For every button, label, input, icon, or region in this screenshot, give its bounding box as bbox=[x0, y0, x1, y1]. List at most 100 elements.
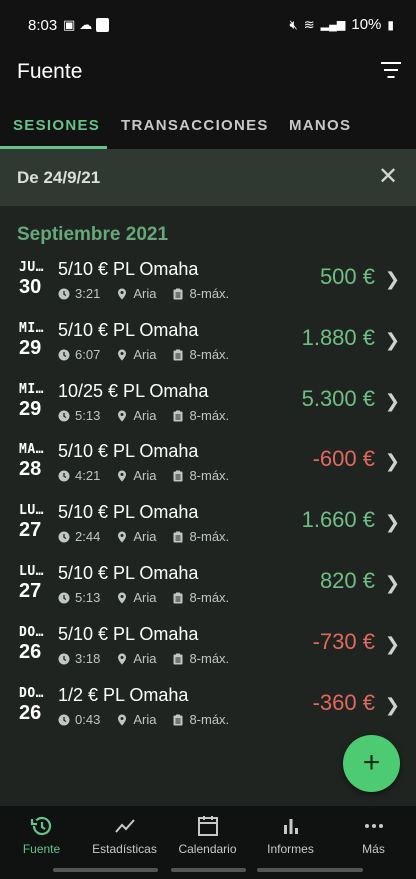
bar-chart-icon bbox=[283, 819, 298, 834]
chevron-right-icon: ❯ bbox=[384, 330, 400, 350]
clipboard-icon bbox=[172, 410, 184, 422]
clock-icon bbox=[58, 531, 70, 543]
session-location: Aria bbox=[133, 408, 157, 423]
session-seats: 8-máx. bbox=[189, 286, 230, 301]
chevron-right-icon: ❯ bbox=[384, 512, 400, 532]
session-seats: 8-máx. bbox=[189, 347, 230, 362]
session-row[interactable]: LU… 27 5/10 € PL Omaha 5:13 Aria 8-máx. 820 € ❯ bbox=[0, 563, 416, 624]
filter-icon[interactable] bbox=[380, 62, 402, 80]
clock-icon bbox=[58, 653, 70, 665]
clipboard-icon bbox=[172, 714, 184, 726]
status-right-icons: 🔇︎ ≋ ▂▄▆ 10% ▮ bbox=[290, 16, 394, 33]
session-day: 30 bbox=[19, 276, 42, 298]
session-amount: 820 € bbox=[319, 568, 375, 593]
session-weekday: DO… bbox=[19, 625, 44, 640]
battery-icon: ▮ bbox=[387, 17, 394, 32]
session-day: 26 bbox=[19, 641, 42, 663]
session-title: 10/25 € PL Omaha bbox=[58, 381, 209, 401]
tab-bar: SESIONES TRANSACCIONES MANOS bbox=[0, 103, 416, 149]
nav-label: Informes bbox=[267, 842, 314, 856]
session-row[interactable]: MI… 29 5/10 € PL Omaha 6:07 Aria 8-máx. 1.880 … bbox=[0, 320, 416, 381]
session-row[interactable]: JU… 30 5/10 € PL Omaha 3:21 Aria 8-máx. 500 € ❯ bbox=[0, 259, 416, 320]
session-meta: 0:43 Aria 8-máx. bbox=[58, 712, 229, 727]
session-meta: 2:44 Aria 8-máx. bbox=[58, 529, 229, 544]
session-amount: 1.660 € bbox=[301, 507, 375, 532]
session-weekday: MI… bbox=[19, 382, 44, 397]
clock-icon bbox=[58, 470, 70, 482]
wifi-icon: ≋ bbox=[303, 16, 315, 32]
more-dots-icon bbox=[364, 824, 383, 828]
session-meta: 3:18 Aria 8-máx. bbox=[58, 651, 229, 666]
session-meta: 5:13 Aria 8-máx. bbox=[58, 590, 229, 605]
session-seats: 8-máx. bbox=[189, 712, 230, 727]
session-duration: 4:21 bbox=[75, 468, 101, 483]
location-pin-icon bbox=[116, 653, 128, 665]
session-weekday: LU… bbox=[19, 503, 44, 518]
session-title: 5/10 € PL Omaha bbox=[58, 563, 199, 583]
session-title: 5/10 € PL Omaha bbox=[58, 441, 199, 461]
session-title: 5/10 € PL Omaha bbox=[58, 502, 199, 522]
close-icon[interactable]: ✕ bbox=[374, 163, 402, 191]
tab-manos[interactable]: MANOS bbox=[289, 117, 351, 134]
session-row[interactable]: MI… 29 10/25 € PL Omaha 5:13 Aria 8-máx. 5.300… bbox=[0, 381, 416, 442]
clipboard-icon bbox=[172, 653, 184, 665]
session-row[interactable]: MA… 28 5/10 € PL Omaha 4:21 Aria 8-máx. -600 €… bbox=[0, 441, 416, 502]
session-title: 5/10 € PL Omaha bbox=[58, 624, 199, 644]
date-filter-bar[interactable]: De 24/9/21 ✕ bbox=[0, 149, 416, 206]
gesture-bar-center bbox=[171, 868, 246, 872]
session-title: 5/10 € PL Omaha bbox=[58, 320, 199, 340]
session-amount: -360 € bbox=[312, 690, 375, 715]
session-day: 27 bbox=[19, 580, 42, 602]
location-pin-icon bbox=[116, 410, 128, 422]
clock-icon bbox=[58, 410, 70, 422]
session-weekday: MA… bbox=[19, 442, 44, 457]
chevron-right-icon: ❯ bbox=[384, 391, 400, 411]
trend-chart-icon bbox=[114, 819, 135, 833]
status-bar: 8:03 ▣ ☁ U 🔇︎ ≋ ▂▄▆ 10% ▮ bbox=[0, 0, 416, 44]
session-weekday: DO… bbox=[19, 686, 44, 701]
gesture-bar-left bbox=[53, 868, 158, 872]
session-seats: 8-máx. bbox=[189, 529, 230, 544]
location-pin-icon bbox=[116, 714, 128, 726]
tab-transacciones[interactable]: TRANSACCIONES bbox=[121, 117, 269, 134]
nav-label: Fuente bbox=[22, 842, 61, 856]
month-header: Septiembre 2021 bbox=[17, 224, 169, 245]
nav-estadisticas[interactable]: Estadísticas bbox=[83, 814, 166, 856]
nav-mas[interactable]: Más bbox=[332, 814, 415, 856]
session-duration: 6:07 bbox=[75, 347, 101, 362]
session-amount: 1.880 € bbox=[301, 325, 375, 350]
session-title: 1/2 € PL Omaha bbox=[58, 685, 189, 705]
nav-informes[interactable]: Informes bbox=[249, 814, 332, 856]
tab-sesiones[interactable]: SESIONES bbox=[13, 117, 100, 134]
session-weekday: JU… bbox=[19, 260, 44, 275]
nav-fuente[interactable]: Fuente bbox=[0, 814, 83, 856]
session-meta: 5:13 Aria 8-máx. bbox=[58, 408, 229, 423]
session-amount: 500 € bbox=[319, 264, 375, 289]
status-time: 8:03 bbox=[28, 17, 58, 34]
chevron-right-icon: ❯ bbox=[384, 634, 400, 654]
clipboard-icon bbox=[172, 470, 184, 482]
session-row[interactable]: DO… 26 1/2 € PL Omaha 0:43 Aria 8-máx. -360 € ❯ bbox=[0, 685, 416, 746]
location-pin-icon bbox=[116, 288, 128, 300]
session-day: 29 bbox=[19, 337, 42, 359]
location-pin-icon bbox=[116, 349, 128, 361]
session-day: 28 bbox=[19, 458, 42, 480]
add-session-button[interactable]: + bbox=[343, 735, 400, 792]
gallery-icon: ▣ bbox=[63, 17, 76, 32]
session-row[interactable]: DO… 26 5/10 € PL Omaha 3:18 Aria 8-máx. -730 €… bbox=[0, 624, 416, 685]
clock-icon bbox=[58, 349, 70, 361]
session-amount: -730 € bbox=[312, 629, 375, 654]
session-location: Aria bbox=[133, 529, 157, 544]
session-duration: 3:18 bbox=[75, 651, 101, 666]
chevron-right-icon: ❯ bbox=[384, 451, 400, 471]
session-seats: 8-máx. bbox=[189, 651, 230, 666]
app-bar: Fuente bbox=[0, 44, 416, 103]
session-duration: 5:13 bbox=[75, 408, 101, 423]
nav-label: Calendario bbox=[178, 842, 237, 856]
u-badge-icon: U bbox=[96, 17, 110, 32]
nav-calendario[interactable]: Calendario bbox=[166, 814, 249, 856]
location-pin-icon bbox=[116, 592, 128, 604]
cloud-icon: ☁ bbox=[79, 17, 93, 32]
session-row[interactable]: LU… 27 5/10 € PL Omaha 2:44 Aria 8-máx. 1.660 … bbox=[0, 502, 416, 563]
chevron-right-icon: ❯ bbox=[384, 573, 400, 593]
